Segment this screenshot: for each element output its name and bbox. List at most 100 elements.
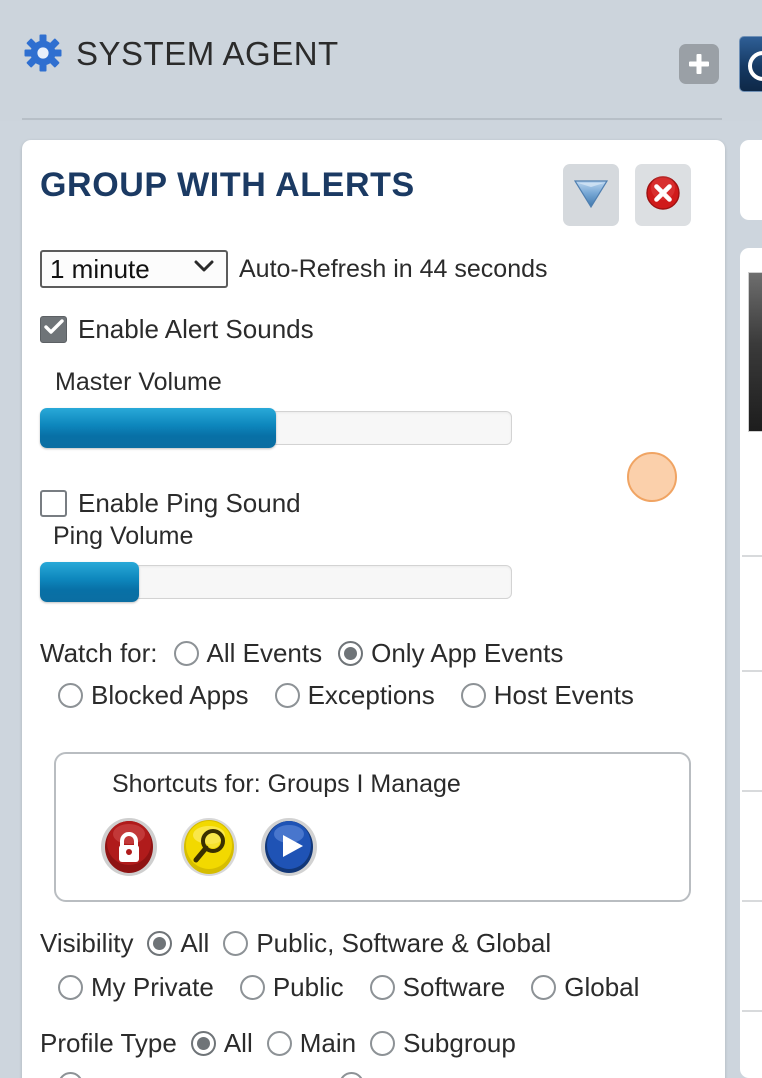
right-panel-row-divider bbox=[742, 555, 762, 557]
enable-alert-sounds-row[interactable]: Enable Alert Sounds bbox=[40, 314, 314, 345]
radio-profile-extra-1[interactable] bbox=[58, 1072, 83, 1078]
visibility-row-2: My Private Public Software Global bbox=[58, 972, 639, 1003]
shortcuts-box: Shortcuts for: Groups I Manage bbox=[54, 752, 691, 902]
visibility-option-global[interactable]: Global bbox=[531, 972, 639, 1003]
visibility-option-public[interactable]: Public bbox=[239, 972, 344, 1003]
enable-ping-sound-checkbox[interactable] bbox=[40, 490, 67, 517]
close-button[interactable] bbox=[635, 164, 691, 226]
radio-exceptions[interactable] bbox=[274, 683, 300, 708]
watch-for-row-2: Blocked Apps Exceptions Host Events bbox=[58, 680, 634, 711]
play-icon[interactable] bbox=[258, 816, 320, 878]
master-volume-slider[interactable] bbox=[40, 408, 512, 448]
profile-type-label: Profile Type bbox=[40, 1028, 177, 1058]
radio-blocked-apps[interactable] bbox=[58, 683, 83, 708]
app-header: SYSTEM AGENT bbox=[0, 0, 762, 121]
profile-type-row-2 bbox=[58, 1072, 364, 1078]
profile-type-option-label: All bbox=[223, 1028, 253, 1058]
check-icon bbox=[43, 319, 64, 340]
watch-for-label: Watch for: bbox=[40, 638, 158, 668]
watch-for-option-label: All Events bbox=[206, 638, 323, 668]
radio-only-app-events[interactable] bbox=[338, 641, 364, 666]
visibility-option-public-software-global[interactable]: Public, Software & Global bbox=[223, 928, 551, 959]
auto-refresh-status: Auto-Refresh in 44 seconds bbox=[239, 254, 548, 283]
profile-type-row-1: Profile Type All Main Subgroup bbox=[40, 1028, 516, 1059]
watch-for-option-exceptions[interactable]: Exceptions bbox=[274, 680, 435, 711]
panel-title: GROUP WITH ALERTS bbox=[40, 166, 415, 204]
visibility-option-label: Public bbox=[272, 972, 344, 1002]
visibility-option-label: My Private bbox=[91, 972, 214, 1002]
watch-for-option-only-app-events[interactable]: Only App Events bbox=[338, 638, 563, 669]
right-panel-row-divider bbox=[742, 790, 762, 792]
lock-icon[interactable] bbox=[98, 816, 160, 878]
radio-visibility-public-software-global[interactable] bbox=[223, 931, 249, 956]
header-divider bbox=[22, 118, 722, 120]
refresh-interval-select[interactable]: 1 minute bbox=[40, 250, 228, 288]
profile-type-option-extra-2[interactable] bbox=[109, 1072, 364, 1078]
enable-alert-sounds-checkbox[interactable] bbox=[40, 316, 67, 343]
watch-for-option-all-events[interactable]: All Events bbox=[173, 638, 323, 669]
watch-for-option-host-events[interactable]: Host Events bbox=[460, 680, 634, 711]
filter-triangle-down-icon bbox=[571, 173, 611, 218]
profile-type-option-main[interactable]: Main bbox=[266, 1028, 357, 1059]
right-panel-row-divider bbox=[742, 900, 762, 902]
enable-ping-sound-label: Enable Ping Sound bbox=[78, 488, 301, 518]
plus-icon bbox=[687, 52, 711, 76]
right-panel-dark-block bbox=[748, 272, 762, 432]
visibility-label: Visibility bbox=[40, 928, 134, 958]
app-title: SYSTEM AGENT bbox=[76, 34, 339, 72]
shortcuts-title: Shortcuts for: Groups I Manage bbox=[112, 770, 461, 798]
search-magnifier-icon[interactable] bbox=[178, 816, 240, 878]
master-volume-label: Master Volume bbox=[55, 368, 222, 396]
visibility-option-all[interactable]: All bbox=[147, 928, 209, 959]
right-panel-row-divider bbox=[742, 1010, 762, 1012]
right-panel-row-divider bbox=[742, 670, 762, 672]
gear-icon bbox=[24, 34, 62, 72]
enable-alert-sounds-label: Enable Alert Sounds bbox=[78, 314, 314, 344]
right-side-panel bbox=[737, 0, 762, 1078]
profile-type-option-subgroup[interactable]: Subgroup bbox=[370, 1028, 516, 1059]
profile-type-option-extra-1[interactable] bbox=[58, 1072, 83, 1078]
visibility-option-my-private[interactable]: My Private bbox=[58, 972, 214, 1003]
watch-for-option-label: Blocked Apps bbox=[91, 680, 249, 710]
refresh-interval-value: 1 minute bbox=[50, 254, 150, 284]
ping-volume-label: Ping Volume bbox=[53, 522, 194, 550]
radio-profile-extra-2[interactable] bbox=[339, 1072, 364, 1078]
radio-visibility-all[interactable] bbox=[147, 931, 173, 956]
visibility-option-software[interactable]: Software bbox=[369, 972, 506, 1003]
watch-for-option-blocked-apps[interactable]: Blocked Apps bbox=[58, 680, 249, 711]
visibility-option-label: Global bbox=[564, 972, 640, 1002]
radio-all-events[interactable] bbox=[173, 641, 199, 666]
right-panel-top-card bbox=[740, 140, 762, 220]
profile-type-option-label: Main bbox=[299, 1028, 357, 1058]
visibility-option-label: Public, Software & Global bbox=[256, 928, 552, 958]
enable-ping-sound-row[interactable]: Enable Ping Sound bbox=[40, 488, 301, 519]
cursor-highlight bbox=[627, 452, 677, 502]
ping-volume-slider[interactable] bbox=[40, 562, 512, 602]
profile-type-option-all[interactable]: All bbox=[190, 1028, 253, 1059]
visibility-row-1: Visibility All Public, Software & Global bbox=[40, 928, 551, 959]
profile-type-option-label: Subgroup bbox=[403, 1028, 516, 1058]
watch-for-row-1: Watch for: All Events Only App Events bbox=[40, 638, 563, 669]
radio-visibility-public[interactable] bbox=[239, 975, 265, 1000]
master-volume-fill[interactable] bbox=[40, 408, 276, 448]
auto-refresh-row: 1 minute Auto-Refresh in 44 seconds bbox=[40, 250, 548, 288]
visibility-option-label: Software bbox=[402, 972, 506, 1002]
radio-profile-main[interactable] bbox=[266, 1031, 292, 1056]
radio-visibility-my-private[interactable] bbox=[58, 975, 83, 1000]
watch-for-option-label: Only App Events bbox=[371, 638, 564, 668]
screen: SYSTEM AGENT GROUP WITH ALERTS 1 minute … bbox=[0, 0, 762, 1078]
group-with-alerts-panel: GROUP WITH ALERTS 1 minute Auto-Refresh … bbox=[22, 140, 725, 1078]
close-x-icon bbox=[644, 174, 682, 217]
radio-profile-subgroup[interactable] bbox=[370, 1031, 396, 1056]
shortcuts-icon-list bbox=[98, 816, 320, 878]
add-button[interactable] bbox=[679, 44, 719, 84]
filter-button[interactable] bbox=[563, 164, 619, 226]
radio-profile-all[interactable] bbox=[190, 1031, 216, 1056]
watch-for-option-label: Exceptions bbox=[307, 680, 435, 710]
ping-volume-fill[interactable] bbox=[40, 562, 139, 602]
app-header-brand: SYSTEM AGENT bbox=[24, 34, 339, 72]
radio-host-events[interactable] bbox=[460, 683, 486, 708]
radio-visibility-software[interactable] bbox=[369, 975, 395, 1000]
radio-visibility-global[interactable] bbox=[531, 975, 557, 1000]
chevron-down-icon bbox=[194, 260, 214, 278]
